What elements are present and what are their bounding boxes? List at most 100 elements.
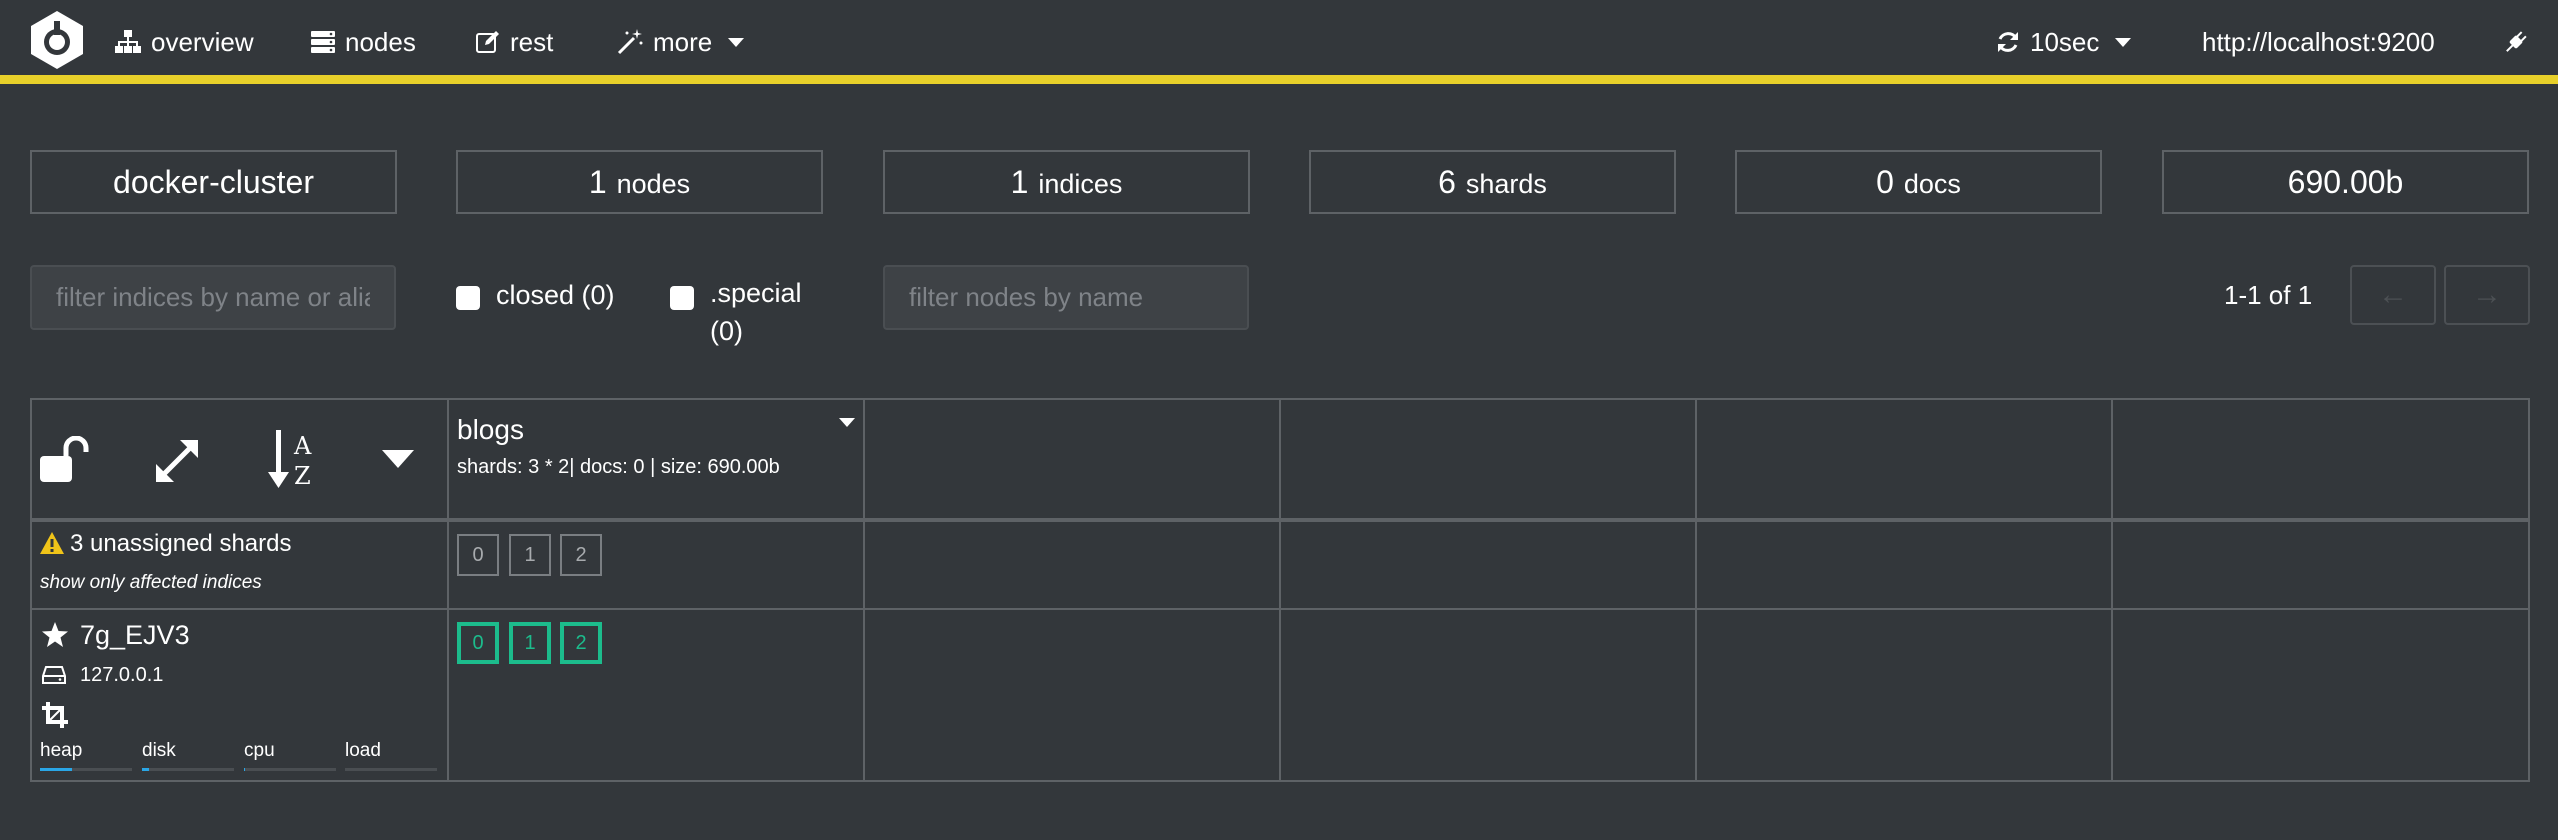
- arrow-right-icon: →: [2472, 278, 2502, 311]
- shard-number: 2: [575, 631, 587, 654]
- svg-text:Z: Z: [294, 462, 311, 490]
- docs-count: 0: [1876, 163, 1894, 200]
- stat-docs: 0 docs: [1735, 150, 2102, 214]
- unlock-icon[interactable]: [40, 436, 92, 484]
- master-star-icon: [42, 622, 68, 647]
- stat-indices: 1 indices: [883, 150, 1250, 214]
- closed-checkbox[interactable]: closed (0): [456, 280, 615, 311]
- meter-fill: [244, 768, 245, 771]
- nav-overview[interactable]: overview: [115, 24, 254, 60]
- load-label: load: [345, 740, 381, 761]
- nav-more-label: more: [653, 26, 713, 57]
- indices-unit: indices: [1038, 168, 1123, 199]
- next-page-button[interactable]: →: [2444, 265, 2530, 325]
- filter-indices-input[interactable]: [30, 265, 396, 330]
- indices-count: 1: [1010, 163, 1029, 200]
- grid-divider: [447, 400, 449, 780]
- grid-divider: [2111, 400, 2113, 780]
- unassigned-shard[interactable]: 1: [509, 534, 551, 576]
- special-checkbox-count: (0): [710, 316, 743, 346]
- shard-number: 1: [524, 631, 536, 654]
- stat-nodes: 1 nodes: [456, 150, 823, 214]
- shards-unit: shards: [1465, 168, 1547, 199]
- started-shard[interactable]: 1: [509, 622, 551, 664]
- unassigned-shard[interactable]: 2: [560, 534, 602, 576]
- heap-label: heap: [40, 740, 83, 761]
- crop-icon: [42, 702, 68, 728]
- filter-nodes-input[interactable]: [883, 265, 1249, 330]
- caret-down-icon[interactable]: [382, 450, 414, 470]
- unassigned-shards-label: 3 unassigned shards: [70, 530, 292, 557]
- hdd-icon: [42, 666, 66, 684]
- cluster-overview-grid: A Z blogs shards: 3 * 2| docs: 0 | size:…: [30, 398, 2530, 782]
- edit-icon: [476, 31, 499, 53]
- docs-unit: docs: [1903, 168, 1961, 199]
- sort-alpha-icon[interactable]: A Z: [268, 430, 320, 490]
- nav-overview-label: overview: [151, 26, 254, 57]
- svg-text:A: A: [293, 432, 312, 460]
- server-icon: [311, 31, 335, 53]
- meter-fill: [142, 768, 150, 771]
- plug-icon: [2506, 31, 2527, 52]
- magic-wand-icon: [617, 29, 643, 55]
- grid-divider: [1279, 400, 1281, 780]
- refresh-icon: [1998, 32, 2018, 52]
- index-meta: shards: 3 * 2| docs: 0 | size: 690.00b: [457, 456, 780, 478]
- sitemap-icon: [115, 30, 141, 53]
- shards-count: 6: [1438, 163, 1456, 200]
- node-name[interactable]: 7g_EJV3: [80, 620, 190, 651]
- show-affected-indices-link[interactable]: show only affected indices: [40, 572, 262, 594]
- pagination-info: 1-1 of 1: [2224, 280, 2313, 310]
- closed-checkbox-label: closed (0): [496, 280, 615, 310]
- top-navbar: overview nodes rest more 10sec http://lo…: [0, 0, 2558, 84]
- nodes-count: 1: [588, 163, 607, 200]
- cerebro-logo-icon[interactable]: [26, 9, 88, 71]
- host-url[interactable]: http://localhost:9200: [2202, 24, 2435, 60]
- stat-size: 690.00b: [2162, 150, 2529, 214]
- special-checkbox[interactable]: .special (0): [670, 278, 802, 350]
- grid-divider: [1695, 400, 1697, 780]
- grid-divider: [32, 518, 2528, 522]
- cpu-meter: [244, 768, 336, 771]
- stat-cluster-name: docker-cluster: [30, 150, 397, 214]
- checkbox-box[interactable]: [670, 286, 694, 310]
- cpu-label: cpu: [244, 740, 275, 761]
- index-name[interactable]: blogs: [457, 414, 524, 446]
- warning-icon: [40, 532, 64, 554]
- nav-nodes-label: nodes: [345, 26, 416, 57]
- chevron-down-icon: [2115, 37, 2132, 47]
- shard-number: 2: [575, 543, 587, 566]
- cluster-name: docker-cluster: [113, 163, 314, 200]
- started-shard[interactable]: 0: [457, 622, 499, 664]
- started-shard[interactable]: 2: [560, 622, 602, 664]
- node-ip: 127.0.0.1: [80, 664, 164, 686]
- special-checkbox-label: .special: [710, 278, 802, 308]
- refresh-interval-label: 10sec: [2030, 26, 2100, 57]
- disk-meter: [142, 768, 234, 771]
- meter-fill: [40, 768, 73, 771]
- stat-shards: 6 shards: [1309, 150, 1676, 214]
- shard-number: 0: [472, 631, 484, 654]
- shard-number: 1: [524, 543, 536, 566]
- nav-nodes[interactable]: nodes: [311, 24, 416, 60]
- refresh-interval-dropdown[interactable]: 10sec: [1996, 24, 2132, 60]
- disk-label: disk: [142, 740, 176, 761]
- total-size: 690.00b: [2287, 163, 2404, 200]
- nav-more-dropdown[interactable]: more: [617, 24, 745, 60]
- expand-icon[interactable]: [152, 436, 202, 486]
- load-meter: [345, 768, 437, 771]
- arrow-left-icon: ←: [2378, 278, 2408, 311]
- index-menu-caret-icon[interactable]: [839, 418, 855, 427]
- nav-rest[interactable]: rest: [476, 24, 553, 60]
- heap-meter: [40, 768, 132, 771]
- grid-divider: [32, 608, 2528, 610]
- host-url-label: http://localhost:9200: [2202, 26, 2435, 57]
- prev-page-button[interactable]: ←: [2350, 265, 2436, 325]
- chevron-down-icon: [728, 37, 745, 47]
- unassigned-shard[interactable]: 0: [457, 534, 499, 576]
- checkbox-box[interactable]: [456, 286, 480, 310]
- nav-rest-label: rest: [510, 26, 554, 57]
- nodes-unit: nodes: [616, 168, 691, 199]
- connect-button[interactable]: [2502, 24, 2530, 60]
- grid-divider: [863, 400, 865, 780]
